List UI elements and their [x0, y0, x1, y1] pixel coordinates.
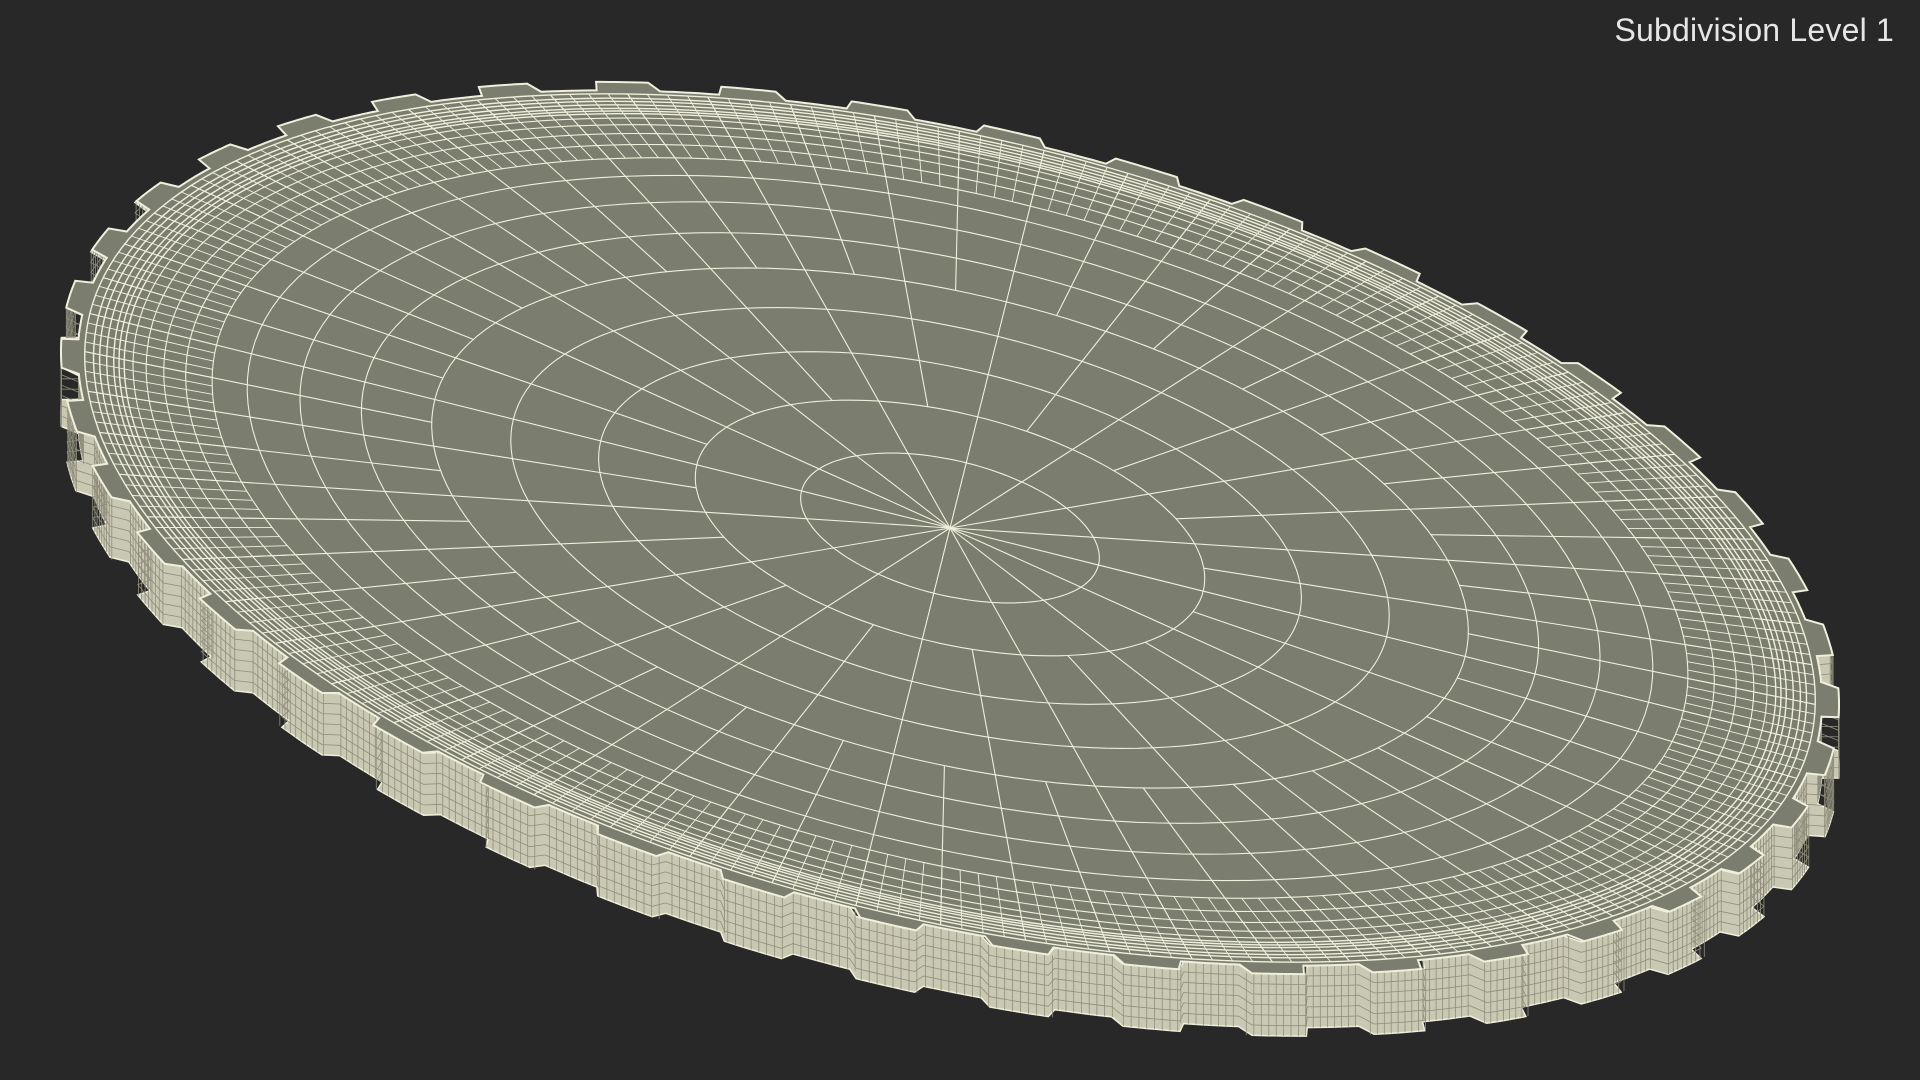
viewport[interactable]: Subdivision Level 1 — [0, 0, 1920, 1080]
subdivision-level-label: Subdivision Level 1 — [1614, 12, 1894, 48]
wireframe-cap-render — [60, 80, 1840, 1037]
